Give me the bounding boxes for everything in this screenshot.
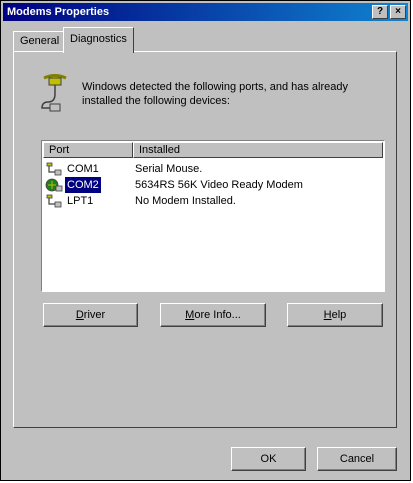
info-text: Windows detected the following ports, an…	[82, 81, 348, 107]
list-item-com1[interactable]: COM1 Serial Mouse.	[43, 161, 383, 177]
cancel-button[interactable]: Cancel	[317, 447, 397, 471]
installed-device: Serial Mouse.	[135, 163, 203, 175]
list-item-lpt1[interactable]: LPT1 No Modem Installed.	[43, 193, 383, 209]
ports-list[interactable]: Port Installed COM1 Serial Mouse. COM2 5…	[41, 140, 385, 292]
port-name: LPT1	[67, 195, 94, 207]
port-icon	[46, 194, 62, 208]
more-info-button[interactable]: More Info...	[160, 303, 266, 327]
tab-general[interactable]: General	[13, 31, 67, 51]
column-header-installed[interactable]: Installed	[133, 142, 383, 158]
help-button[interactable]: Help	[287, 303, 383, 327]
ok-button[interactable]: OK	[231, 447, 306, 471]
list-item-com2[interactable]: COM2 5634RS 56K Video Ready Modem	[43, 177, 383, 193]
port-name: COM1	[67, 163, 99, 175]
port-name: COM2	[65, 177, 101, 193]
phone-port-icon	[41, 74, 67, 112]
modems-properties-window: Modems Properties ? × General Diagnostic…	[0, 0, 411, 481]
modem-icon	[45, 178, 63, 192]
installed-device: 5634RS 56K Video Ready Modem	[135, 179, 303, 191]
driver-button[interactable]: Driver	[43, 303, 138, 327]
title-bar[interactable]: Modems Properties ? ×	[3, 3, 408, 21]
window-title: Modems Properties	[7, 6, 110, 18]
tab-diagnostics[interactable]: Diagnostics	[63, 27, 134, 53]
help-title-button[interactable]: ?	[372, 5, 388, 19]
port-icon	[46, 162, 62, 176]
installed-device: No Modem Installed.	[135, 195, 236, 207]
diagnostics-panel: Windows detected the following ports, an…	[13, 51, 397, 428]
column-header-port[interactable]: Port	[43, 142, 133, 158]
close-title-button[interactable]: ×	[390, 5, 406, 19]
